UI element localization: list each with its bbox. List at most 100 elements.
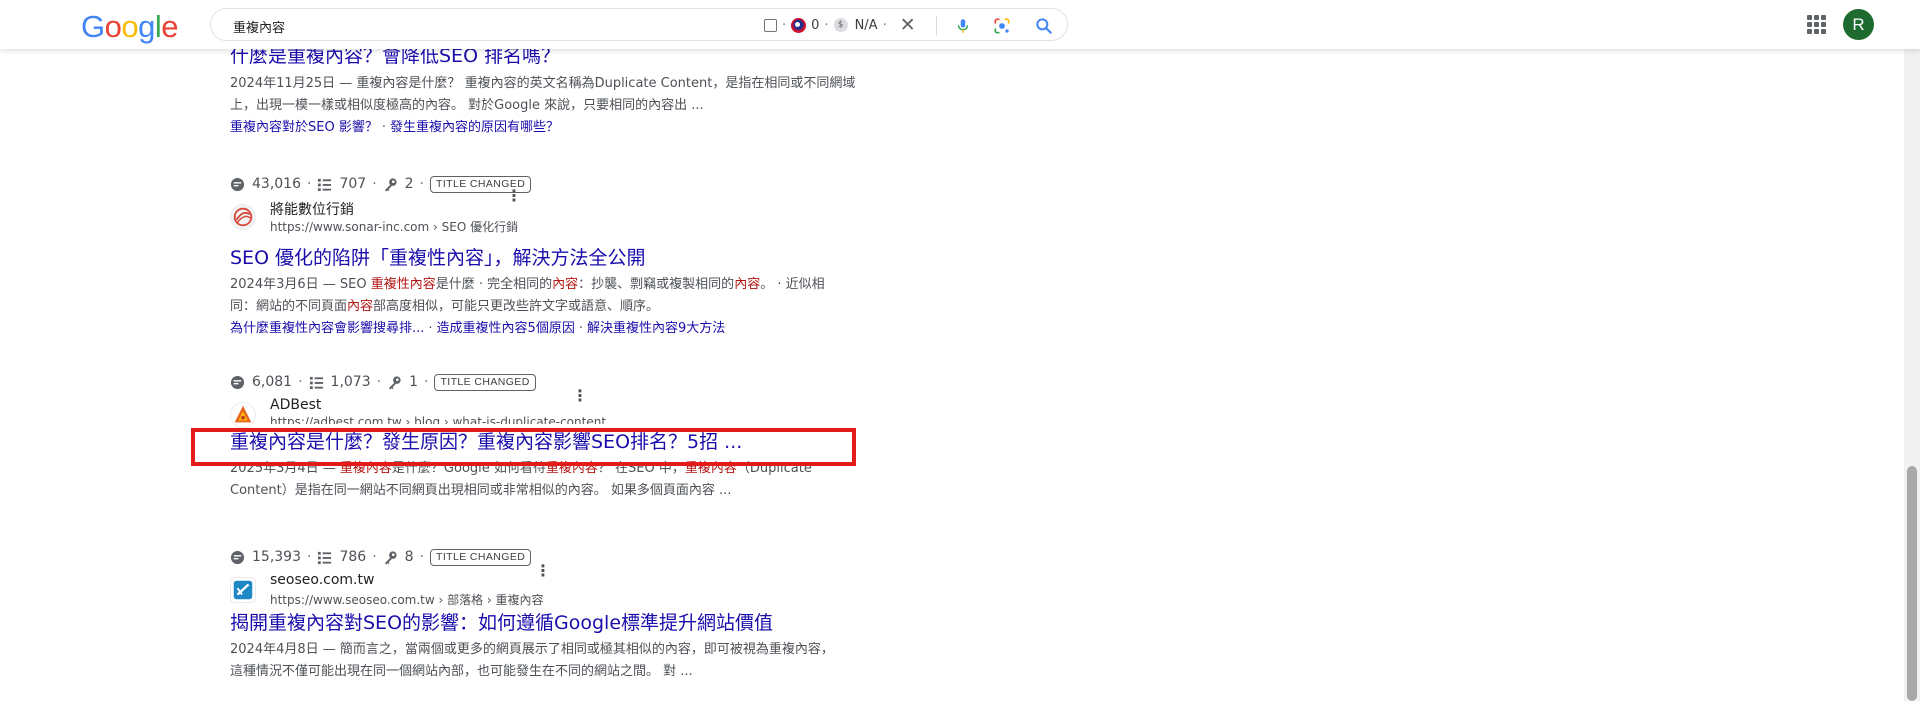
separator-dot: · [824,17,829,33]
separator-dot: · [419,176,425,192]
snippet-line: 2024年3月6日 — SEO 重複性內容是什麼 · 完全相同的內容：抄襲、剽竊… [230,274,890,296]
snippet-text: ：抄襲、剽竊或複製相同的 [578,277,735,292]
vertical-scrollbar-thumb[interactable] [1907,466,1917,701]
sitelinks: 重複內容對於SEO 影響？ · 發生重複內容的原因有哪些？ [230,117,890,139]
search-icon[interactable] [1034,16,1054,36]
seo-metrics-bar: 15,393 · 786 · 8 · TITLE CHANGED [230,547,890,567]
result-snippet: 2025年3月4日 — 重複內容是什麼？Google 如何看待重複內容？ 在SE… [230,458,890,502]
snippet-line: 2025年3月4日 — 重複內容是什麼？Google 如何看待重複內容？ 在SE… [230,458,890,480]
seo-metrics-bar: 6,081 · 1,073 · 1 · TITLE CHANGED [230,372,890,392]
snippet-text: 2024年3月6日 — SEO [230,277,371,292]
snippet-highlight: 內容 [734,277,761,292]
list-icon [318,178,332,191]
seo-metrics-bar: 43,016 · 707 · 2 · TITLE CHANGED [230,174,890,194]
metric-value: 1 [409,374,419,390]
extension-tray: · 0 · $ N/A · ✕ [764,16,916,35]
clear-search-icon[interactable]: ✕ [900,16,916,35]
logo-letter: g [138,9,155,44]
extension-value: N/A [854,17,878,33]
snippet-highlight: 重複內容 [339,461,392,476]
snippet-line: 同：網站的不同頁面內容部高度相似，可能只更改些許文字或語意、順序。 [230,296,890,318]
search-result: 6,081 · 1,073 · 1 · TITLE CHANGED ⋮ ADBe… [230,372,890,502]
separator-dot: · [419,549,425,565]
snippet-text: 2025年3月4日 — [230,461,340,476]
sitelink[interactable]: 造成重複性內容5個原因 [437,321,575,336]
taiwan-flag-icon [791,17,807,33]
snippet-text: 。 · 近似相 [760,277,825,292]
account-avatar[interactable]: R [1843,9,1874,40]
traffic-icon [230,375,245,389]
separator-dot: · [307,176,312,192]
site-info[interactable]: 將能數位行銷 https://www.sonar-inc.com › SEO 優… [230,198,890,238]
snippet-highlight: 重複內容 [684,461,737,476]
sitelink[interactable]: 為什麼重複性內容會影響搜尋排... [230,321,424,336]
google-apps-icon[interactable] [1807,15,1826,34]
key-icon [384,550,397,565]
separator-dot: · [372,176,377,192]
list-icon [309,376,323,389]
list-icon [318,551,332,564]
key-icon [388,375,401,390]
dollar-icon: $ [833,18,848,32]
key-icon [384,177,397,192]
site-name: seoseo.com.tw [270,572,375,588]
snippet-text: （Duplicate [736,461,812,476]
title-changed-badge: TITLE CHANGED [430,548,532,566]
snippet-text: 是什麼？Google 如何看待 [391,461,546,476]
result-title[interactable]: SEO 優化的陷阱「重複性內容」，解決方法全公開 [230,246,890,270]
logo-letter: o [104,9,122,44]
extension-checkbox[interactable] [764,18,777,32]
sitelink[interactable]: 發生重複內容的原因有哪些？ [390,120,559,135]
result-title[interactable]: 揭開重複內容對SEO的影響：如何遵循Google標準提升網站價值 [230,611,890,635]
google-logo[interactable]: Google [81,9,179,45]
metric-value: 43,016 [252,176,301,192]
separator-dot: · [376,374,382,390]
snippet-line: 2024年4月8日 — 簡而言之，當兩個或更多的網頁展示了相同或極其相似的內容，… [230,642,834,657]
search-result: 什麼是重複內容？會降低SEO 排名嗎？ 2024年11月25日 — 重複內容是什… [230,44,890,139]
site-favicon [230,577,256,603]
search-box[interactable]: 重複內容 · 0 · $ N/A · ✕ [210,8,1068,41]
result-snippet: 2024年3月6日 — SEO 重複性內容是什麼 · 完全相同的內容：抄襲、剽竊… [230,274,890,318]
site-info[interactable]: seoseo.com.tw https://www.seoseo.com.tw … [230,571,890,607]
metric-value: 15,393 [252,549,301,565]
site-favicon [230,204,256,230]
result-title[interactable]: 重複內容是什麼？發生原因？重複內容影響SEO排名？5招 ... [230,430,890,454]
snippet-highlight: 內容 [552,277,579,292]
separator-dot: · [882,17,887,33]
result-snippet: 2024年4月8日 — 簡而言之，當兩個或更多的網頁展示了相同或極其相似的內容，… [230,639,890,683]
traffic-icon [230,177,245,191]
separator-dot: · [428,321,433,336]
logo-letter: e [161,9,179,44]
traffic-icon [230,550,245,564]
sitelink[interactable]: 重複內容對於SEO 影響？ [230,120,378,135]
separator-dot: · [372,549,377,565]
snippet-highlight: 重複性內容 [370,277,436,292]
search-input[interactable]: 重複內容 [233,17,285,36]
snippet-line: 2024年11月25日 — 重複內容是什麼？ 重複內容的英文名稱為Duplica… [230,76,856,91]
separator-dot: · [578,321,583,336]
extension-count: 0 [811,17,820,33]
separator-dot: · [298,374,303,390]
snippet-text: ？ 在SEO 中， [597,461,685,476]
title-changed-badge: TITLE CHANGED [434,373,536,391]
site-url: https://www.sonar-inc.com › SEO 優化行銷 [270,220,519,234]
metric-value: 786 [339,549,367,565]
snippet-text: 同：網站的不同頁面 [230,299,348,314]
logo-letter: G [81,9,105,44]
metric-value: 8 [404,549,414,565]
sitelink[interactable]: 解決重複性內容9大方法 [587,321,725,336]
site-name: ADBest [270,397,322,413]
snippet-line: 上，出現一模一樣或相似度極高的內容。 對於Google 來說，只要相同的內容出 … [230,98,704,113]
snippet-highlight: 內容 [347,299,374,314]
metric-value: 2 [404,176,414,192]
google-lens-icon[interactable] [992,16,1012,36]
site-info[interactable]: ADBest https://adbest.com.tw › blog › wh… [230,396,890,428]
microphone-icon[interactable] [954,16,972,36]
logo-letter: o [121,9,139,44]
site-name: 將能數位行銷 [270,202,354,218]
snippet-line: Content）是指在同一網站不同網頁出現相同或非常相似的內容。 如果多個頁面內… [230,483,732,498]
snippet-highlight: 重複內容 [545,461,598,476]
site-url: https://adbest.com.tw › blog › what-is-d… [270,415,607,424]
result-snippet: 2024年11月25日 — 重複內容是什麼？ 重複內容的英文名稱為Duplica… [230,73,890,117]
snippet-line: 這種情況不僅可能出現在同一個網站內部，也可能發生在不同的網站之間。 對 ... [230,664,693,679]
